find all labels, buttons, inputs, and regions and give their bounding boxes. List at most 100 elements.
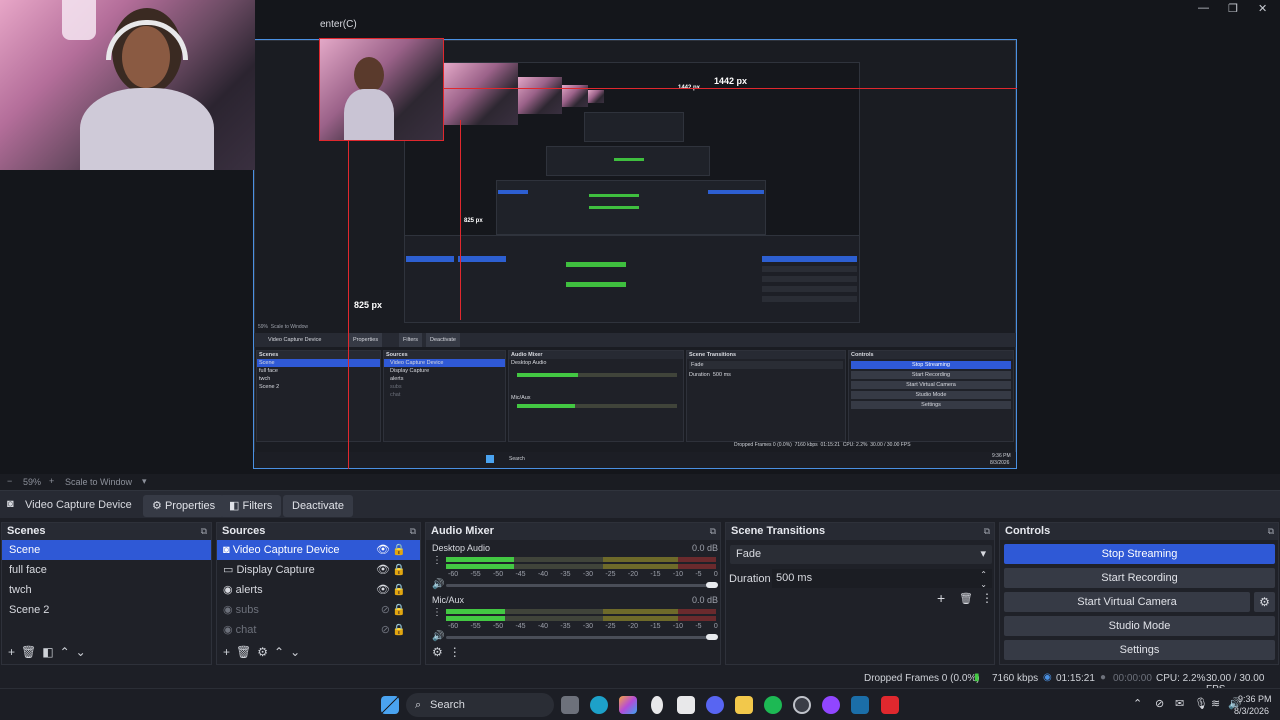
add-icon[interactable]: + xyxy=(8,645,15,659)
tray-app-icon[interactable]: ✉ xyxy=(1175,697,1184,710)
width-dimension-label: 1442 px xyxy=(714,76,748,86)
zoom-out-button[interactable]: − xyxy=(7,476,12,486)
trash-icon[interactable]: 🗑 xyxy=(236,645,251,659)
taskbar-time[interactable]: 9:36 PM xyxy=(1238,694,1272,704)
source-item[interactable]: ▭ Display Capture 👁 🔒 xyxy=(217,560,420,580)
duration-input[interactable]: 500 ms ⌃ ⌄ xyxy=(772,569,992,589)
store-icon[interactable] xyxy=(677,696,695,714)
tray-app-icon[interactable]: ⊘ xyxy=(1155,697,1164,710)
eye-hidden-icon[interactable]: ⊘ xyxy=(381,600,390,620)
twitch-studio-icon[interactable] xyxy=(822,696,840,714)
sources-title: Sources xyxy=(222,525,266,537)
meter-tick-label: -50 xyxy=(492,571,504,578)
chevron-down-icon[interactable]: ▾ xyxy=(142,476,147,487)
edge-icon[interactable] xyxy=(590,696,608,714)
speaker-icon[interactable]: 🔊 xyxy=(432,631,444,642)
add-icon[interactable]: + xyxy=(223,645,230,659)
chevron-down-icon[interactable]: ⌄ xyxy=(290,645,300,659)
chevron-up-icon[interactable]: ⌃ xyxy=(60,645,70,659)
transition-select[interactable]: Fade ▾ xyxy=(730,545,992,564)
close-icon[interactable]: ✕ xyxy=(1258,2,1267,15)
meter-tick-label: -35 xyxy=(560,571,571,578)
scene-item[interactable]: Scene xyxy=(2,540,211,560)
lock-icon[interactable]: 🔒 xyxy=(392,600,406,620)
scene-item[interactable]: twch xyxy=(2,580,211,600)
source-item[interactable]: ◙ Video Capture Device 👁 🔒 xyxy=(217,540,420,560)
filters-button[interactable]: ◧ Filters xyxy=(220,495,282,517)
scene-item[interactable]: Scene 2 xyxy=(2,600,211,620)
tiktok-icon[interactable] xyxy=(651,696,663,714)
gear-icon[interactable]: ⚙ xyxy=(257,645,268,659)
eye-icon[interactable]: 👁 xyxy=(376,580,390,600)
file-explorer-icon[interactable] xyxy=(735,696,753,714)
kebab-menu-icon[interactable]: ⋮ xyxy=(432,555,442,566)
acrobat-icon[interactable] xyxy=(881,696,899,714)
task-view-icon[interactable] xyxy=(561,696,579,714)
lock-icon[interactable]: 🔒 xyxy=(392,580,406,600)
chevron-up-icon[interactable]: ⌃ xyxy=(274,645,284,659)
eye-hidden-icon[interactable]: ⊘ xyxy=(381,620,390,640)
transitions-title: Scene Transitions xyxy=(731,525,826,537)
search-icon: ⌕ xyxy=(415,699,422,711)
spotify-icon[interactable] xyxy=(764,696,782,714)
stop-streaming-button[interactable]: Stop Streaming xyxy=(1004,544,1275,564)
minimize-icon[interactable]: — xyxy=(1198,2,1209,14)
trash-icon[interactable]: 🗑 xyxy=(959,592,973,605)
deactivate-button[interactable]: Deactivate xyxy=(283,495,353,517)
meter-tick-label: -45 xyxy=(515,623,526,630)
speaker-icon[interactable]: 🔊 xyxy=(432,579,444,590)
settings-button[interactable]: Settings xyxy=(1004,640,1275,660)
eye-icon[interactable]: 👁 xyxy=(376,540,390,560)
meter-tick-label: -10 xyxy=(672,571,683,578)
scene-item[interactable]: full face xyxy=(2,560,211,580)
signal-icon: ▮ xyxy=(974,672,980,683)
wifi-icon[interactable]: ≋ xyxy=(1211,697,1220,710)
kebab-menu-icon[interactable]: ⋮ xyxy=(449,645,461,659)
lock-icon[interactable]: 🔒 xyxy=(392,560,406,580)
lock-icon[interactable]: 🔒 xyxy=(392,620,406,640)
studio-mode-button[interactable]: Studio Mode xyxy=(1004,616,1275,636)
mic-icon[interactable]: 🎙 xyxy=(1194,697,1208,710)
discord-icon[interactable] xyxy=(706,696,724,714)
volume-slider[interactable] xyxy=(446,634,718,640)
steam-icon[interactable] xyxy=(851,696,869,714)
start-recording-button[interactable]: Start Recording xyxy=(1004,568,1275,588)
scale-mode-select[interactable]: Scale to Window xyxy=(65,477,132,487)
maximize-icon[interactable]: ❐ xyxy=(1228,2,1238,15)
properties-button[interactable]: ⚙ Properties xyxy=(143,495,225,517)
nested-status-bar: Dropped Frames 0 (0.0%) 7160 kbps 01:15:… xyxy=(734,442,911,448)
chevron-down-icon[interactable]: ⌄ xyxy=(76,645,86,659)
selected-webcam-source[interactable] xyxy=(319,38,444,141)
start-virtual-camera-button[interactable]: Start Virtual Camera xyxy=(1004,592,1250,612)
undock-icon[interactable]: ⧉ xyxy=(710,523,716,540)
undock-icon[interactable]: ⧉ xyxy=(201,523,207,540)
lock-icon[interactable]: 🔒 xyxy=(392,540,406,560)
undock-icon[interactable]: ⧉ xyxy=(410,523,416,540)
virtual-camera-settings-button[interactable]: ⚙ xyxy=(1254,592,1275,612)
kebab-menu-icon[interactable]: ⋮ xyxy=(981,591,993,605)
volume-slider[interactable] xyxy=(446,582,718,588)
chevron-up-icon[interactable]: ⌃ xyxy=(1133,697,1142,710)
taskbar-search[interactable]: ⌕ Search xyxy=(406,693,554,717)
obs-icon[interactable] xyxy=(793,696,811,714)
meter-tick-label: -50 xyxy=(492,623,504,630)
preview-area[interactable]: enter(C) — ❐ ✕ 59% Scale to Window Video… xyxy=(0,0,1280,474)
filter-icon[interactable]: ◧ xyxy=(42,645,53,659)
copilot-icon[interactable] xyxy=(619,696,637,714)
current-source-name: Video Capture Device xyxy=(25,499,132,511)
eye-icon[interactable]: 👁 xyxy=(376,560,390,580)
trash-icon[interactable]: 🗑 xyxy=(21,645,36,659)
nested-btn-3 xyxy=(762,276,857,282)
windows-start-icon[interactable] xyxy=(381,696,399,714)
add-icon[interactable]: + xyxy=(937,590,945,606)
kebab-menu-icon[interactable]: ⋮ xyxy=(432,607,442,618)
undock-icon[interactable]: ⧉ xyxy=(1268,523,1274,540)
source-item[interactable]: ◉ alerts 👁 🔒 xyxy=(217,580,420,600)
undock-icon[interactable]: ⧉ xyxy=(984,523,990,540)
gear-link-icon[interactable]: ⚙ xyxy=(432,645,443,659)
taskbar-date[interactable]: 8/3/2026 xyxy=(1234,706,1269,716)
source-item[interactable]: ◉ chat ⊘ 🔒 xyxy=(217,620,420,640)
source-item[interactable]: ◉ subs ⊘ 🔒 xyxy=(217,600,420,620)
meter-tick-label: -30 xyxy=(582,623,594,630)
zoom-in-button[interactable]: + xyxy=(49,476,54,486)
